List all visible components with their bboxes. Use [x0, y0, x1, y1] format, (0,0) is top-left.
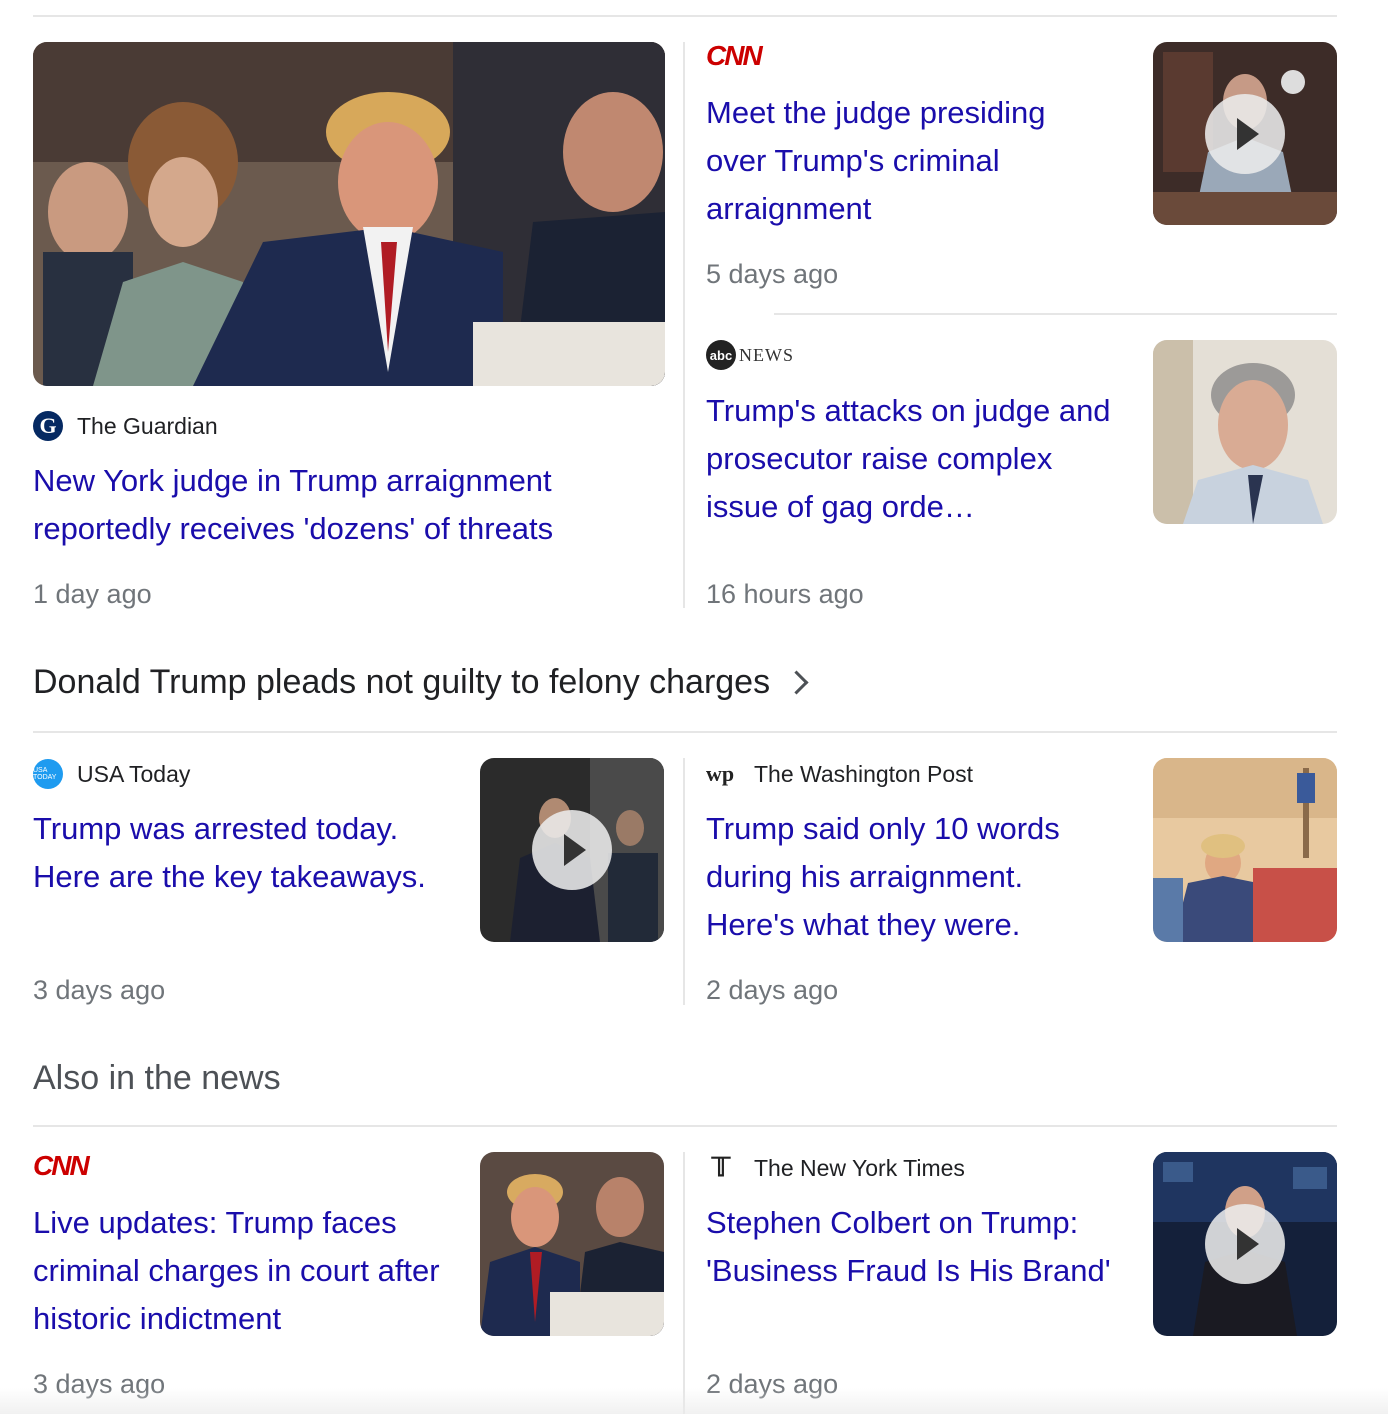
abc-circle: abc	[706, 340, 736, 370]
top-divider	[33, 15, 1337, 17]
nyt-icon: 𝕋	[711, 1153, 731, 1182]
side-story-1-video-thumbnail[interactable]	[1153, 42, 1337, 225]
source-name: USA Today	[77, 760, 191, 787]
cnn-logo-icon: CNN	[706, 40, 763, 71]
play-icon[interactable]	[1205, 1204, 1285, 1284]
side-divider	[774, 313, 1337, 315]
nyt-source[interactable]: 𝕋 The New York Times	[706, 1151, 965, 1185]
side-story-2-thumbnail[interactable]	[1153, 340, 1337, 524]
usa-today-source[interactable]: USA TODAY USA Today	[33, 757, 190, 791]
usa-today-icon: USA TODAY	[33, 759, 63, 789]
side-story-1-time: 5 days ago	[706, 259, 839, 289]
washington-post-time: 2 days ago	[706, 975, 839, 1005]
source-name: The Washington Post	[754, 760, 974, 787]
usa-today-title[interactable]: Trump was arrested today. Here are the k…	[33, 805, 453, 901]
main-story-image[interactable]	[33, 42, 665, 386]
guardian-icon: G	[33, 411, 63, 441]
main-story-time: 1 day ago	[33, 579, 152, 609]
source-name: The New York Times	[754, 1154, 965, 1181]
usa-today-video-thumbnail[interactable]	[480, 758, 664, 942]
abc-news-logo-icon: abc NEWS	[706, 340, 794, 370]
section-2-divider	[33, 1125, 1337, 1127]
side-story-1-title[interactable]: Meet the judge presiding over Trump's cr…	[706, 89, 1106, 233]
washington-post-title[interactable]: Trump said only 10 words during his arra…	[706, 805, 1106, 949]
section-2-heading: Also in the news	[33, 1059, 281, 1097]
cnn-live-updates-title[interactable]: Live updates: Trump faces criminal charg…	[33, 1199, 453, 1343]
column-divider	[683, 758, 685, 1005]
column-divider	[683, 42, 685, 608]
column-divider	[683, 1152, 685, 1414]
cnn-live-updates-thumbnail[interactable]	[480, 1152, 664, 1336]
bottom-fade	[0, 1388, 1388, 1414]
play-icon[interactable]	[1205, 93, 1285, 174]
side-story-2-time: 16 hours ago	[706, 579, 864, 609]
washington-post-thumbnail[interactable]	[1153, 758, 1337, 942]
chevron-right-icon	[784, 669, 809, 695]
side-story-2-title[interactable]: Trump's attacks on judge and prosecutor …	[706, 387, 1126, 531]
section-1-heading[interactable]: Donald Trump pleads not guilty to felony…	[33, 660, 809, 704]
section-1-divider	[33, 731, 1337, 733]
source-name: The Guardian	[77, 412, 218, 439]
usa-today-time: 3 days ago	[33, 975, 166, 1005]
main-story-source[interactable]: G The Guardian	[33, 409, 218, 443]
nyt-colbert-title[interactable]: Stephen Colbert on Trump: 'Business Frau…	[706, 1199, 1126, 1295]
main-story-title[interactable]: New York judge in Trump arraignment repo…	[33, 457, 613, 553]
washington-post-icon: wp	[706, 761, 735, 786]
play-icon[interactable]	[532, 810, 612, 890]
nyt-colbert-video-thumbnail[interactable]	[1153, 1152, 1337, 1336]
section-1-heading-text: Donald Trump pleads not guilty to felony…	[33, 663, 771, 701]
abc-news-text: NEWS	[739, 344, 794, 365]
cnn-logo-icon: CNN	[33, 1150, 90, 1181]
washington-post-source[interactable]: wp The Washington Post	[706, 757, 973, 791]
